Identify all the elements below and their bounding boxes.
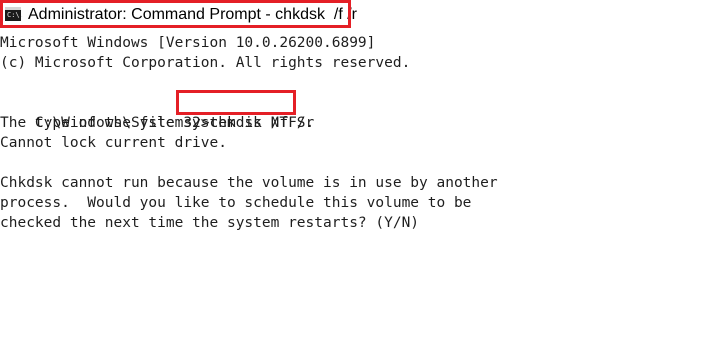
console-line: Cannot lock current drive. [0, 135, 227, 151]
console-line: (c) Microsoft Corporation. All rights re… [0, 55, 411, 71]
console-line: Chkdsk cannot run because the volume is … [0, 175, 498, 191]
title-highlight-box [0, 0, 351, 28]
command-highlight-box [176, 90, 296, 115]
console-line: Microsoft Windows [Version 10.0.26200.68… [0, 35, 376, 51]
prompt-line: C:\Windows\System32>chkdsk /f /r [0, 90, 314, 131]
console-output[interactable]: Microsoft Windows [Version 10.0.26200.68… [0, 33, 726, 361]
console-line: checked the next time the system restart… [0, 215, 420, 231]
console-line: The type of the file system is NTFS. [0, 115, 315, 131]
console-line: process. Would you like to schedule this… [0, 195, 472, 211]
title-bar[interactable]: C:\. Administrator: Command Prompt - chk… [0, 0, 726, 33]
